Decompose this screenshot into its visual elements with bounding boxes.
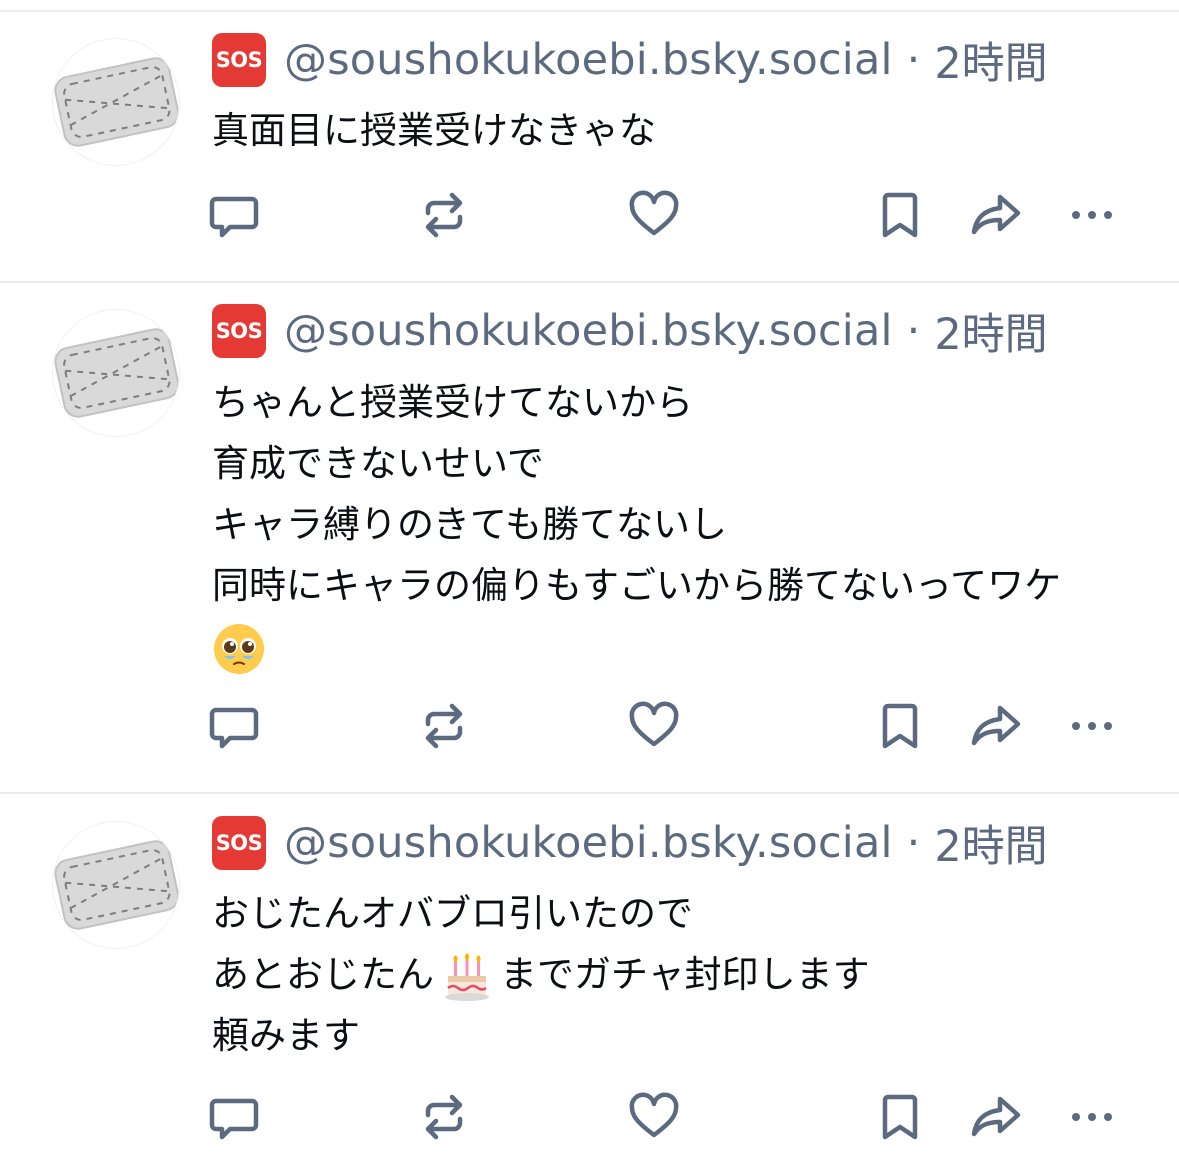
sos-emoji: SOS (212, 304, 266, 358)
post-2[interactable]: SOS @soushokukoebi.bsky.social · 2時間 ちゃん… (0, 271, 1179, 791)
share-icon (971, 705, 1021, 746)
post-header: SOS @soushokukoebi.bsky.social · 2時間 (212, 813, 1048, 873)
author-handle[interactable]: @soushokukoebi.bsky.social (284, 306, 893, 356)
post-text-line: 頼みます (212, 1014, 360, 1057)
reply-button[interactable] (204, 185, 264, 245)
repost-icon (425, 1094, 463, 1140)
post-actions (0, 1087, 1179, 1147)
repost-button[interactable] (414, 1087, 474, 1147)
more-options-button[interactable] (1062, 696, 1122, 756)
separator-dot: · (906, 818, 921, 868)
reply-icon (209, 1098, 259, 1140)
like-heart-icon (629, 701, 679, 747)
post-actions (0, 185, 1179, 245)
post-text: ちゃんと授業受けてないから 育成できないせいで キャラ縛りのきても勝てないし 同… (212, 372, 1061, 677)
more-options-icon (1072, 722, 1112, 730)
repost-icon (425, 192, 463, 238)
post-text-segment: までガチャ封印します (500, 953, 870, 996)
like-button[interactable] (624, 185, 684, 245)
bookmark-icon (882, 1094, 918, 1140)
bookmark-button[interactable] (870, 185, 930, 245)
like-heart-icon (629, 1092, 679, 1138)
reply-button[interactable] (204, 696, 264, 756)
post-text-line: おじたんオバブロ引いたので (212, 892, 693, 935)
pleading-face-emoji (214, 623, 264, 674)
bookmark-icon (882, 703, 918, 749)
separator-dot: · (906, 35, 921, 85)
post-time[interactable]: 2時間 (934, 29, 1047, 91)
share-icon (971, 194, 1021, 235)
post-actions (0, 696, 1179, 756)
post-header: SOS @soushokukoebi.bsky.social · 2時間 (212, 30, 1048, 90)
post-1[interactable]: SOS @soushokukoebi.bsky.social · 2時間 真面目… (0, 0, 1179, 280)
post-text-segment: あとおじたん (212, 953, 434, 996)
author-handle[interactable]: @soushokukoebi.bsky.social (284, 818, 893, 868)
like-button[interactable] (624, 1087, 684, 1147)
more-options-button[interactable] (1062, 185, 1122, 245)
reply-icon (209, 707, 259, 749)
separator-dot: · (906, 306, 921, 356)
post-text-line: 真面目に授業受けなきゃな (212, 109, 656, 152)
share-icon (971, 1096, 1021, 1137)
avatar[interactable] (52, 38, 180, 166)
sos-emoji: SOS (212, 33, 266, 87)
avatar[interactable] (52, 309, 180, 437)
reply-icon (209, 196, 259, 238)
bookmark-button[interactable] (870, 696, 930, 756)
repost-button[interactable] (414, 696, 474, 756)
bookmark-icon (882, 192, 918, 238)
post-text-line: 同時にキャラの偏りもすごいから勝てないってワケ (212, 564, 1062, 607)
bookmark-button[interactable] (870, 1087, 930, 1147)
post-header: SOS @soushokukoebi.bsky.social · 2時間 (212, 301, 1048, 361)
reply-button[interactable] (204, 1087, 264, 1147)
more-options-icon (1072, 1113, 1112, 1121)
author-handle[interactable]: @soushokukoebi.bsky.social (284, 35, 893, 85)
post-text-line: 育成できないせいで (212, 442, 544, 485)
post-text: 真面目に授業受けなきゃな (212, 100, 656, 161)
like-heart-icon (629, 190, 679, 236)
birthday-cake-emoji (445, 953, 489, 1001)
share-button[interactable] (966, 1087, 1026, 1147)
post-text-line: あとおじたん までガチャ封印します (212, 944, 870, 1005)
share-button[interactable] (966, 185, 1026, 245)
post-time[interactable]: 2時間 (934, 300, 1047, 362)
more-options-button[interactable] (1062, 1087, 1122, 1147)
post-time[interactable]: 2時間 (934, 812, 1047, 874)
like-button[interactable] (624, 696, 684, 756)
more-options-icon (1072, 211, 1112, 219)
post-text-line: キャラ縛りのきても勝てないし (212, 503, 728, 546)
post-3[interactable]: SOS @soushokukoebi.bsky.social · 2時間 おじた… (0, 783, 1179, 1157)
post-text-line: ちゃんと授業受けてないから (212, 381, 693, 424)
sos-emoji: SOS (212, 816, 266, 870)
post-text-line (212, 616, 1061, 677)
share-button[interactable] (966, 696, 1026, 756)
avatar[interactable] (52, 821, 180, 949)
post-text: おじたんオバブロ引いたので あとおじたん までガチャ封印します 頼みます (212, 883, 870, 1066)
repost-icon (425, 703, 463, 749)
repost-button[interactable] (414, 185, 474, 245)
